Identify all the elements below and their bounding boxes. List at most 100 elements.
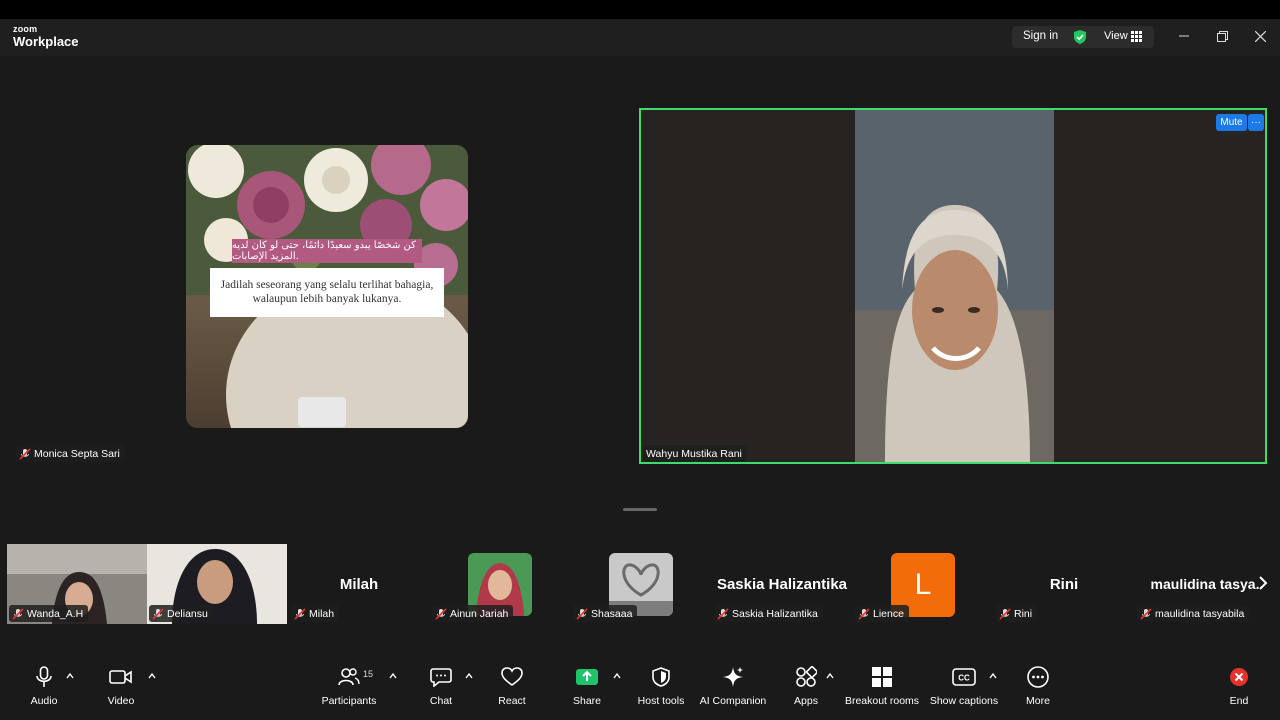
participant-tile-milah[interactable]: Milah Milah bbox=[289, 544, 429, 624]
shield-icon bbox=[648, 664, 674, 690]
mic-muted-icon bbox=[12, 607, 24, 620]
participant-name: Wanda_A.H bbox=[27, 607, 84, 620]
end-call-icon bbox=[1226, 664, 1252, 690]
participant-name: Milah bbox=[309, 607, 335, 620]
name-tag: Lience bbox=[855, 605, 909, 622]
participant-strip: Wanda_A.H Deliansu Milah Milah Ainun Jar… bbox=[7, 544, 1275, 624]
participant-tile-rini[interactable]: Rini Rini bbox=[994, 544, 1134, 624]
restore-icon[interactable] bbox=[1212, 26, 1232, 46]
meeting-toolbar: Audio Video Participants 15 Chat React S… bbox=[0, 656, 1280, 720]
strip-resize-handle[interactable] bbox=[623, 508, 657, 511]
share-screen-button[interactable]: Share bbox=[569, 656, 605, 720]
share-screen-icon bbox=[574, 664, 600, 690]
caption-line-2: walaupun lebih banyak lukanya. bbox=[252, 293, 402, 305]
react-button[interactable]: React bbox=[494, 656, 530, 720]
mic-muted-icon bbox=[717, 607, 729, 620]
video-button[interactable]: Video bbox=[101, 656, 141, 720]
view-button[interactable]: View bbox=[1104, 30, 1128, 42]
apps-label: Apps bbox=[794, 695, 818, 707]
closed-captions-icon: CC bbox=[951, 664, 977, 690]
participant-display-name: Rini bbox=[1049, 576, 1079, 593]
participants-button[interactable]: Participants bbox=[319, 656, 379, 720]
chat-options-chevron-up-icon[interactable] bbox=[464, 671, 474, 681]
name-tag-monica: Monica Septa Sari bbox=[16, 445, 125, 462]
show-captions-button[interactable]: CC Show captions bbox=[929, 656, 999, 720]
more-label: More bbox=[1026, 695, 1050, 707]
name-tag-speaker: Wahyu Mustika Rani bbox=[643, 445, 747, 462]
sparkle-icon bbox=[720, 664, 746, 690]
share-label: Share bbox=[572, 695, 602, 707]
minimize-icon[interactable] bbox=[1174, 26, 1194, 46]
participant-video-tile-monica[interactable]: كن شخصًا يبدو سعيدًا دائمًا، حتى لو كان … bbox=[186, 145, 468, 428]
sign-in-button[interactable]: Sign in bbox=[1023, 30, 1058, 42]
arabic-quote: كن شخصًا يبدو سعيدًا دائمًا، حتى لو كان … bbox=[232, 239, 422, 263]
title-bar: zoom Workplace Sign in View bbox=[0, 19, 1280, 56]
breakout-rooms-label: Breakout rooms bbox=[844, 695, 920, 707]
mic-muted-icon bbox=[152, 607, 164, 620]
more-button[interactable]: More bbox=[1019, 656, 1057, 720]
participant-name: Shasaaa bbox=[591, 607, 633, 620]
apps-options-chevron-up-icon[interactable] bbox=[825, 671, 835, 681]
name-tag: Milah bbox=[291, 605, 340, 622]
active-speaker-tile[interactable]: Mute ··· Wahyu Mustika Rani bbox=[639, 108, 1267, 464]
gallery-view-icon[interactable] bbox=[1131, 31, 1142, 42]
audio-options-chevron-up-icon[interactable] bbox=[65, 671, 75, 681]
chat-label: Chat bbox=[429, 695, 453, 707]
chat-button[interactable]: Chat bbox=[423, 656, 459, 720]
name-tag: Rini bbox=[996, 605, 1038, 622]
audio-button[interactable]: Audio bbox=[24, 656, 64, 720]
participant-name: Rini bbox=[1014, 607, 1033, 620]
show-captions-label: Show captions bbox=[929, 695, 999, 707]
mic-muted-icon bbox=[999, 607, 1011, 620]
participant-name: Deliansu bbox=[167, 607, 208, 620]
name-tag: maulidina tasyabila bbox=[1137, 605, 1250, 622]
ai-companion-button[interactable]: AI Companion bbox=[698, 656, 768, 720]
name-tag: Ainun Jariah bbox=[432, 605, 514, 622]
participant-tile-maulidina[interactable]: maulidina tasya. maulidina tasyabila bbox=[1135, 544, 1275, 624]
captions-options-chevron-up-icon[interactable] bbox=[988, 671, 998, 681]
host-tools-label: Host tools bbox=[637, 695, 685, 707]
mute-participant-button[interactable]: Mute bbox=[1216, 114, 1247, 131]
caption-line-1: Jadilah seseorang yang selalu terlihat b… bbox=[220, 279, 434, 291]
microphone-icon bbox=[31, 664, 57, 690]
logo-zoom-text: zoom bbox=[13, 24, 38, 34]
participant-tile-ainun[interactable]: Ainun Jariah bbox=[430, 544, 570, 624]
participant-tile-saskia[interactable]: Saskia Halizantika Saskia Halizantika bbox=[712, 544, 852, 624]
end-meeting-button[interactable]: End bbox=[1222, 656, 1256, 720]
participant-tile-lience[interactable]: L Lience bbox=[853, 544, 993, 624]
heart-icon bbox=[499, 664, 525, 690]
screen-top-edge bbox=[0, 0, 1280, 19]
name-tag: Deliansu bbox=[149, 605, 213, 622]
quote-caption-box: Jadilah seseorang yang selalu terlihat b… bbox=[210, 268, 444, 317]
security-shield-icon[interactable] bbox=[1072, 29, 1088, 45]
name-tag: Saskia Halizantika bbox=[714, 605, 823, 622]
apps-button[interactable]: Apps bbox=[789, 656, 823, 720]
ai-companion-label: AI Companion bbox=[699, 695, 767, 707]
participant-tile-deliansu[interactable]: Deliansu bbox=[147, 544, 287, 624]
apps-icon bbox=[793, 664, 819, 690]
more-dots-icon bbox=[1025, 664, 1051, 690]
chevron-right-icon[interactable] bbox=[1258, 575, 1272, 595]
mic-muted-icon bbox=[858, 607, 870, 620]
participant-display-name: Saskia Halizantika bbox=[716, 576, 848, 593]
participants-label: Participants bbox=[321, 695, 377, 707]
mic-muted-icon bbox=[294, 607, 306, 620]
close-icon[interactable] bbox=[1250, 26, 1270, 46]
audio-label: Audio bbox=[30, 695, 58, 707]
video-label: Video bbox=[107, 695, 135, 707]
video-options-chevron-up-icon[interactable] bbox=[147, 671, 157, 681]
tile-more-options-button[interactable]: ··· bbox=[1248, 114, 1264, 131]
host-tools-button[interactable]: Host tools bbox=[636, 656, 686, 720]
speaker-silhouette bbox=[855, 110, 1054, 462]
participant-tile-wanda[interactable]: Wanda_A.H bbox=[7, 544, 147, 624]
participants-options-chevron-up-icon[interactable] bbox=[388, 671, 398, 681]
video-camera-icon bbox=[108, 664, 134, 690]
mic-muted-icon bbox=[19, 447, 31, 460]
participant-name: Wahyu Mustika Rani bbox=[646, 447, 742, 460]
breakout-rooms-button[interactable]: Breakout rooms bbox=[842, 656, 922, 720]
participant-name: maulidina tasyabila bbox=[1155, 607, 1245, 620]
name-tag: Shasaaa bbox=[573, 605, 638, 622]
participant-name: Monica Septa Sari bbox=[34, 447, 120, 460]
participant-tile-shasaaa[interactable]: Shasaaa bbox=[571, 544, 711, 624]
share-options-chevron-up-icon[interactable] bbox=[612, 671, 622, 681]
